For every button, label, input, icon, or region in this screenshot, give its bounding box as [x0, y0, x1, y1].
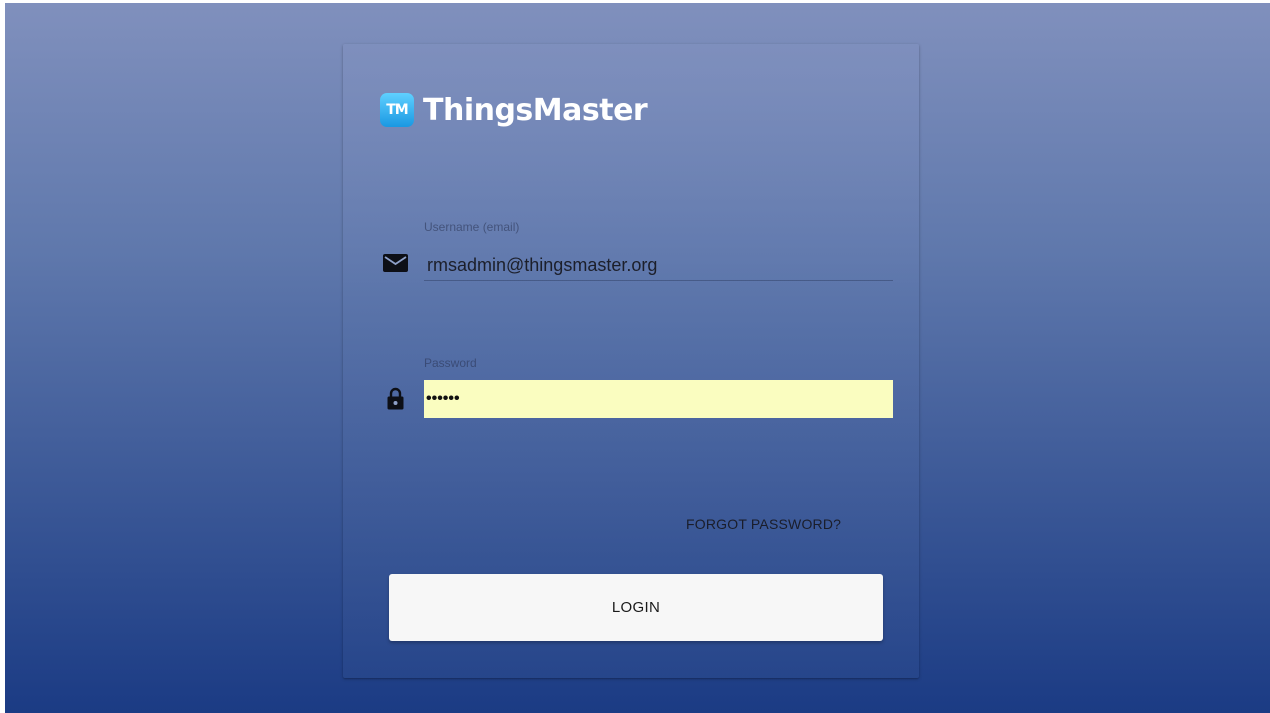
brand-name: ThingsMaster — [423, 92, 648, 128]
password-field: Password •••••• — [424, 356, 893, 418]
mail-icon — [383, 254, 408, 272]
forgot-password-link[interactable]: FORGOT PASSWORD? — [686, 516, 841, 532]
brand-badge-icon: TM — [380, 93, 414, 127]
password-label: Password — [424, 356, 477, 370]
brand-logo: TM ThingsMaster — [380, 90, 648, 130]
lock-icon — [387, 387, 404, 410]
page-background: TM ThingsMaster Username (email) rmsadmi… — [5, 3, 1270, 713]
username-field: Username (email) rmsadmin@thingsmaster.o… — [424, 220, 893, 281]
username-input[interactable]: rmsadmin@thingsmaster.org — [424, 250, 893, 281]
login-card: TM ThingsMaster Username (email) rmsadmi… — [343, 44, 919, 678]
password-input[interactable]: •••••• — [424, 380, 893, 418]
brand-badge-text: TM — [386, 102, 409, 118]
username-label: Username (email) — [424, 220, 520, 234]
login-button[interactable]: LOGIN — [389, 574, 883, 641]
